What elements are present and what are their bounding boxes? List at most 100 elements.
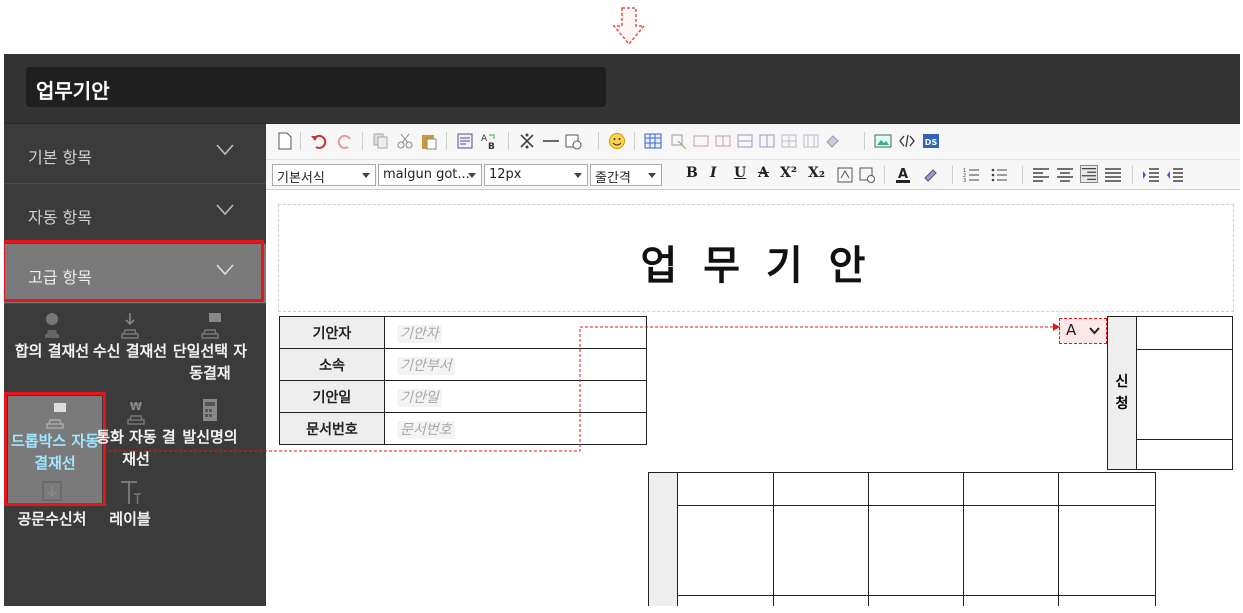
- tile-single-select-auto[interactable]: 단일선택 자동결재: [170, 310, 250, 384]
- form-title-field[interactable]: 업무기안: [26, 67, 606, 107]
- column-insert-icon[interactable]: [758, 132, 776, 150]
- column-delete-icon[interactable]: [802, 132, 820, 150]
- underline-button[interactable]: U: [734, 165, 746, 181]
- tile-official-recipient[interactable]: 공문수신처: [12, 478, 92, 530]
- cut-icon[interactable]: [396, 132, 414, 150]
- app-header: 업무기안: [4, 54, 1240, 124]
- stamp-down-icon: [121, 313, 139, 339]
- tile-receive-approval[interactable]: 수신 결재선: [90, 310, 170, 362]
- text-box-icon[interactable]: [836, 166, 854, 184]
- stamp-user-icon: [45, 313, 59, 338]
- tile-label[interactable]: 레이블: [90, 478, 170, 530]
- highlight-advanced-section: [4, 240, 264, 302]
- cell-merge-icon[interactable]: [692, 132, 710, 150]
- toolbar-divider: [598, 132, 599, 150]
- approval-label-text: 신청: [1115, 374, 1129, 412]
- html-source-icon[interactable]: [898, 132, 916, 150]
- approval-line-dropdown[interactable]: A: [1059, 318, 1107, 344]
- undo-icon[interactable]: [310, 132, 328, 150]
- tile-currency-auto-approval[interactable]: ₩ 통화 자동 결재선: [94, 396, 178, 470]
- indent-icon[interactable]: [1142, 166, 1160, 184]
- toolbar-divider: [362, 132, 363, 150]
- grid-line: [678, 595, 1156, 596]
- strikethrough-button[interactable]: A: [758, 165, 769, 181]
- bold-button[interactable]: B: [686, 165, 698, 181]
- document-canvas: 업 무 기 안 기안자 기안자 소속 기안부서 기안일 기안일 문서번호 문서번…: [266, 190, 1240, 606]
- align-center-icon[interactable]: [1056, 166, 1074, 184]
- align-left-icon[interactable]: [1032, 166, 1050, 184]
- new-document-icon[interactable]: [276, 132, 294, 150]
- numbered-list-icon[interactable]: 123: [962, 166, 980, 184]
- svg-text:A: A: [481, 134, 488, 144]
- table-row: 소속 기안부서: [279, 348, 647, 381]
- form-designer-window: 업무기안 기본 항목 자동 항목 고급 항목 합의 결재선 수신 결재선 단일선…: [4, 54, 1240, 606]
- drafter-field[interactable]: 기안자: [384, 316, 647, 349]
- toolbar-divider: [952, 166, 953, 184]
- find-replace-icon[interactable]: AB: [480, 132, 498, 150]
- emoji-icon[interactable]: [608, 132, 626, 150]
- drafter-info-table: 기안자 기안자 소속 기안부서 기안일 기안일 문서번호 문서번호: [279, 316, 647, 445]
- toolbar-divider: [864, 132, 865, 150]
- document-title-region[interactable]: 업 무 기 안: [278, 204, 1234, 312]
- approval-sign-cells[interactable]: [1137, 316, 1233, 470]
- copy-icon[interactable]: [372, 132, 390, 150]
- cell-color-icon[interactable]: [824, 132, 842, 150]
- horizontal-line-icon[interactable]: [542, 132, 560, 150]
- stamp-won-icon: ₩: [127, 400, 145, 425]
- svg-text:A: A: [898, 167, 908, 182]
- section-auto[interactable]: 자동 항목: [4, 184, 266, 244]
- draft-date-field[interactable]: 기안일: [384, 380, 647, 413]
- highlight-color-icon[interactable]: [922, 166, 940, 184]
- grid-line: [1137, 349, 1232, 350]
- image-icon[interactable]: [874, 132, 892, 150]
- select-value: 기본서식: [277, 171, 325, 186]
- cell-split-icon[interactable]: [714, 132, 732, 150]
- bullet-list-icon[interactable]: [990, 166, 1008, 184]
- superscript-button[interactable]: X²: [780, 165, 797, 181]
- align-justify-icon[interactable]: [1104, 166, 1122, 184]
- table-icon[interactable]: [644, 132, 662, 150]
- toolbar-divider: [446, 132, 447, 150]
- approval-line-table[interactable]: [648, 472, 1156, 606]
- special-char-icon[interactable]: [518, 132, 536, 150]
- datetime-icon[interactable]: [564, 132, 582, 150]
- redo-icon[interactable]: [336, 132, 354, 150]
- approval-request-label: 신청: [1107, 316, 1137, 470]
- line-spacing-select[interactable]: 줄간격: [590, 164, 662, 186]
- ds-icon[interactable]: DS: [922, 132, 940, 150]
- section-basic[interactable]: 기본 항목: [4, 124, 266, 184]
- screenshot-stage: 업무기안 기본 항목 자동 항목 고급 항목 합의 결재선 수신 결재선 단일선…: [0, 0, 1243, 613]
- row-insert-icon[interactable]: [736, 132, 754, 150]
- row-delete-icon[interactable]: [780, 132, 798, 150]
- template-icon[interactable]: [456, 132, 474, 150]
- grid-line: [773, 473, 774, 606]
- paragraph-format-select[interactable]: 기본서식: [272, 164, 376, 186]
- font-color-icon[interactable]: A: [894, 166, 912, 184]
- svg-text:3: 3: [963, 178, 966, 184]
- tile-sender-name[interactable]: 발신명의: [170, 396, 250, 448]
- select-value: 줄간격: [595, 171, 631, 186]
- outdent-icon[interactable]: [1166, 166, 1184, 184]
- table-tools-icon[interactable]: [670, 132, 688, 150]
- document-title: 업 무 기 안: [640, 243, 872, 289]
- department-field[interactable]: 기안부서: [384, 348, 647, 381]
- subscript-button[interactable]: X₂: [808, 165, 825, 181]
- toolbar-divider: [634, 132, 635, 150]
- paste-icon[interactable]: [420, 132, 438, 150]
- label-t-icon: [121, 481, 141, 504]
- toolbar-divider: [508, 132, 509, 150]
- dropdown-arrow-icon: [648, 173, 656, 178]
- align-right-icon[interactable]: [1080, 165, 1098, 183]
- toolbar-divider: [300, 132, 301, 150]
- toolbar-format: 기본서식 malgun got... 12px 줄간격 B I U A X² X…: [266, 160, 1240, 190]
- stamp-card-icon: [201, 313, 221, 339]
- font-family-select[interactable]: malgun got...: [378, 164, 482, 186]
- tile-consensus-approval[interactable]: 합의 결재선: [12, 310, 92, 362]
- toolbar-divider: [1132, 166, 1133, 184]
- grid-line: [1058, 473, 1059, 606]
- font-size-select[interactable]: 12px: [484, 164, 588, 186]
- clear-format-icon[interactable]: [858, 166, 876, 184]
- grid-line: [963, 473, 964, 606]
- italic-button[interactable]: I: [710, 165, 717, 181]
- document-number-field[interactable]: 문서번호: [384, 412, 647, 445]
